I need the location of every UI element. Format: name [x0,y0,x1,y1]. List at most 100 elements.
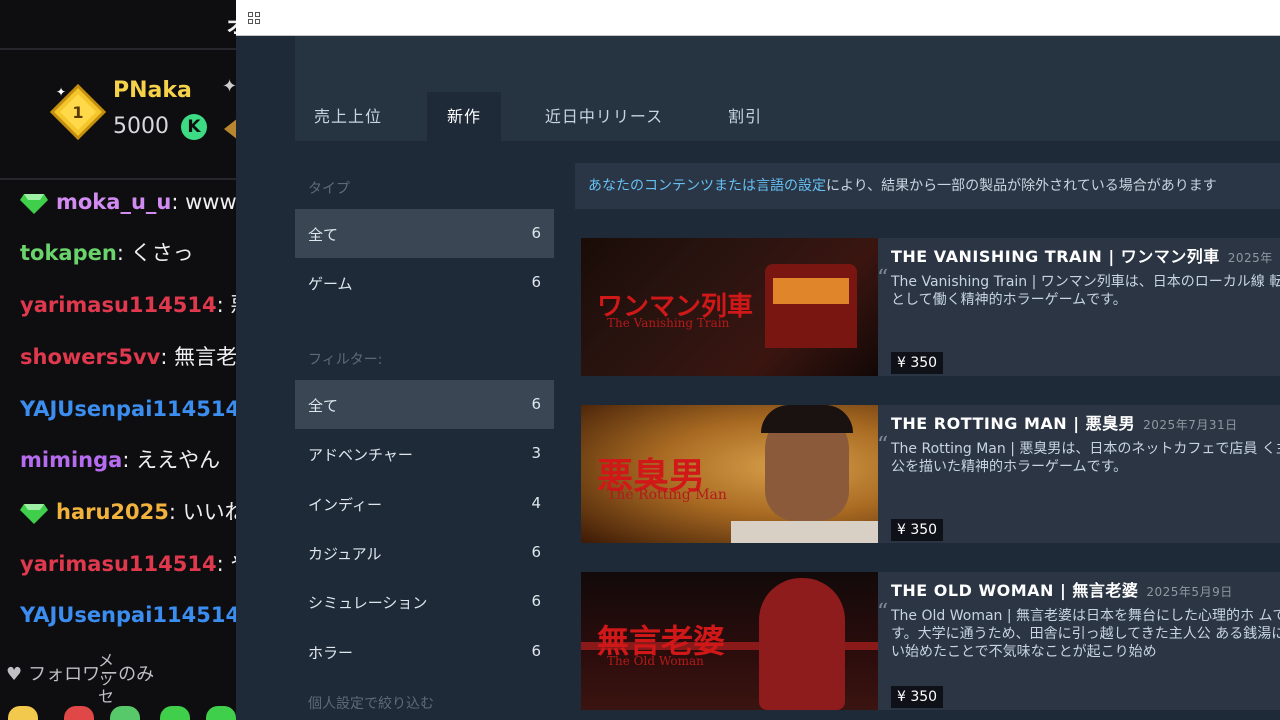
chat-username[interactable]: YAJUsenpai114514 [20,397,236,421]
filter-facet-item[interactable]: シミュレーション 6 [295,577,554,626]
quote-icon: “ [877,266,889,291]
chat-username[interactable]: miminga [20,448,122,472]
game-title-row: THE ROTTING MAN | 悪臭男 2025年7月31日 [891,410,1238,434]
chat-message-text: : 無言老 [160,345,236,369]
chat-message: showers5vv: 無言老 [0,341,236,373]
type-facet-item[interactable]: 全て 6 [295,209,554,258]
chat-message-text: : くさっ [116,241,194,265]
leader-name[interactable]: PNaka [113,78,192,103]
facet-count: 6 [531,542,541,561]
chat-message: YAJUsenpai114514: [0,599,236,631]
chat-header: ォ [0,0,236,50]
emote-row [0,700,236,720]
sparkle-icon: ✦ [222,76,236,97]
content-settings-notice: あなたのコンテンツまたは言語の設定により、結果から一部の製品が除外されている場合… [575,163,1280,209]
price-badge: ¥ 350 [891,686,944,708]
facet-label: 全て [308,226,339,244]
chat-username[interactable]: YAJUsenpai114514 [20,603,236,627]
chat-panel: ォ 1 ✦ PNaka 5000 K ✦ moka_u_u: www tokape… [0,0,236,720]
emote-icon[interactable] [160,706,190,720]
tab-top-sellers[interactable]: 売上上位 [295,92,401,141]
chat-username[interactable]: moka_u_u [56,190,171,214]
facet-label: シミュレーション [308,594,428,613]
chat-username[interactable]: tokapen [20,241,117,265]
chat-username[interactable]: yarimasu114514 [20,552,217,576]
tab-specials[interactable]: 割引 [707,92,783,141]
chat-message-text: : やー [216,552,236,576]
followers-only-overlap-text: メッセ [98,651,115,706]
figure-graphic [759,578,845,710]
chat-username[interactable]: yarimasu114514 [20,293,217,317]
tab-upcoming[interactable]: 近日中リリース [527,92,681,141]
game-thumbnail: 無言老婆 The Old Woman [581,572,878,710]
chat-header-glyph: ォ [224,4,236,39]
store-content: タイプ 全て 6 ゲーム 6 フィルター: 全て 6 アドベンチャー 3 インディー 4 カジュア… [295,141,1280,720]
rank-one-badge-icon: 1 ✦ [50,84,106,140]
game-description: The Old Woman | 無言老婆は日本を舞台にした心理的ホ ムです。大学… [891,608,1280,660]
chat-username[interactable]: haru2025 [56,500,169,524]
personal-filter-label: 個人設定で絞り込む [308,696,434,712]
svg-text:✦: ✦ [56,85,66,99]
type-facet-item[interactable]: ゲーム 6 [295,258,554,307]
release-date: 2025年 [1227,251,1273,265]
facet-label: アドベンチャー [308,446,413,465]
release-date: 2025年7月31日 [1143,418,1238,432]
chat-message-text: : www [171,190,236,214]
game-card[interactable]: ワンマン列車 The Vanishing Train THE VANISHING… [581,238,1280,376]
facet-count: 6 [531,592,541,611]
chat-message-text: : いいね [168,500,236,524]
filter-facet-item[interactable]: アドベンチャー 3 [295,429,554,478]
game-card[interactable]: 悪臭男 The Rotting Man THE ROTTING MAN | 悪臭… [581,405,1280,543]
game-title: THE ROTTING MAN | 悪臭男 [891,414,1136,433]
filter-facet-item[interactable]: インディー 4 [295,479,554,528]
store-window: 売上上位 新作 近日中リリース 割引 タイプ 全て 6 ゲーム 6 フィルター: 全て… [236,0,1280,720]
facet-label: カジュアル [308,544,382,563]
points-coin-icon: K [181,114,207,140]
train-window-graphic [773,278,849,304]
facet-count: 6 [531,641,541,660]
chat-message: yarimasu114514: 悪臭 [0,289,236,321]
price-badge: ¥ 350 [891,519,944,541]
facet-count: 3 [531,444,541,463]
game-title: THE VANISHING TRAIN | ワンマン列車 [891,247,1220,266]
facet-count: 6 [531,395,541,413]
emote-icon[interactable] [206,706,236,720]
facet-count: 6 [531,273,541,292]
game-card[interactable]: 無言老婆 The Old Woman THE OLD WOMAN | 無言老婆 2… [581,572,1280,710]
filter-facet-item[interactable]: 全て 6 [295,380,554,429]
emote-icon[interactable] [8,706,38,720]
facet-count: 4 [531,493,541,512]
leader-points: 5000 [113,114,169,139]
chat-message: moka_u_u: www [0,186,236,218]
thumbnail-title-en: The Old Woman [607,654,704,668]
tab-new-releases[interactable]: 新作 [427,92,501,141]
facet-count: 6 [531,224,541,242]
window-left-strip [236,36,295,720]
price-badge: ¥ 350 [891,352,944,374]
store-tabbar: 売上上位 新作 近日中リリース 割引 [295,36,1280,141]
thumbnail-title-en: The Vanishing Train [607,316,730,330]
gem-badge-icon [20,504,48,524]
chat-username[interactable]: showers5vv [20,345,160,369]
filter-facet-item[interactable]: ホラー 6 [295,627,554,676]
chat-message-text: : ええやん [122,448,221,472]
filter-facet-item[interactable]: カジュアル 6 [295,528,554,577]
game-description: The Rotting Man | 悪臭男は、日本のネットカフェで店員 く主人公… [891,441,1280,475]
store-main: 売上上位 新作 近日中リリース 割引 タイプ 全て 6 ゲーム 6 フィルター: 全て… [295,36,1280,720]
facet-label: ゲーム [308,275,353,294]
grid-menu-icon[interactable] [248,12,260,24]
train-graphic [765,264,857,348]
followers-only-indicator[interactable]: ♥ フォロワーのみ [6,660,154,686]
emote-icon[interactable] [110,706,140,720]
gem-badge-icon [20,194,48,214]
game-thumbnail: ワンマン列車 The Vanishing Train [581,238,878,376]
rank-number: 1 [72,103,83,122]
chat-message-text: : 悪臭 [216,293,236,317]
thumbnail-title-en: The Rotting Man [607,487,727,503]
chat-message: yarimasu114514: やー [0,548,236,580]
content-settings-link[interactable]: あなたのコンテンツまたは言語の設定 [588,178,826,194]
window-titlebar [236,0,1280,36]
emote-icon[interactable] [64,706,94,720]
facet-label: 全て [308,397,339,415]
facet-label: インディー [308,495,382,514]
